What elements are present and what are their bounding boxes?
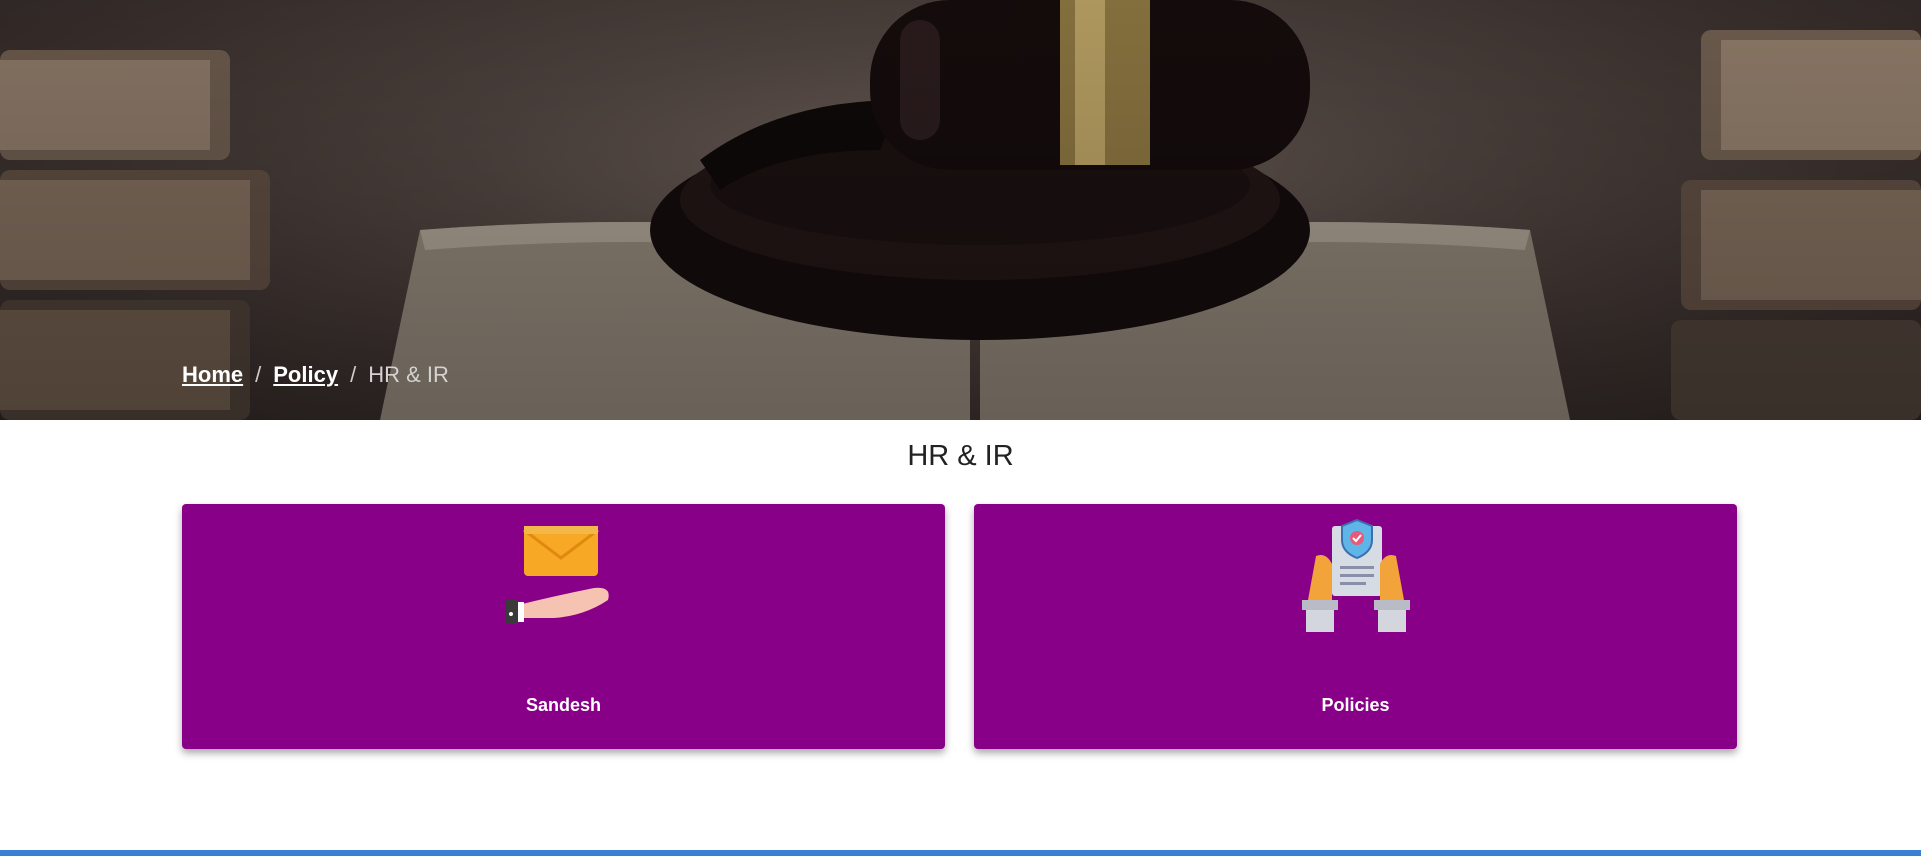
- policies-card[interactable]: Policies: [974, 504, 1737, 749]
- sandesh-card[interactable]: Sandesh: [182, 504, 945, 749]
- breadcrumb: Home / Policy / HR & IR: [182, 362, 449, 388]
- envelope-hand-icon: [505, 526, 609, 624]
- hero-banner: Home / Policy / HR & IR: [0, 0, 1921, 420]
- breadcrumb-current: HR & IR: [368, 362, 449, 387]
- card-label: Sandesh: [525, 695, 602, 715]
- footer-bar: [0, 850, 1921, 856]
- card-label: Policies: [1321, 695, 1390, 715]
- breadcrumb-home-link[interactable]: Home: [182, 362, 243, 388]
- policy-document-icon: [1301, 518, 1410, 632]
- page-title: HR & IR: [907, 440, 1014, 472]
- breadcrumb-separator: /: [255, 362, 262, 387]
- breadcrumb-policy-link[interactable]: Policy: [273, 362, 338, 388]
- breadcrumb-separator: /: [350, 362, 357, 387]
